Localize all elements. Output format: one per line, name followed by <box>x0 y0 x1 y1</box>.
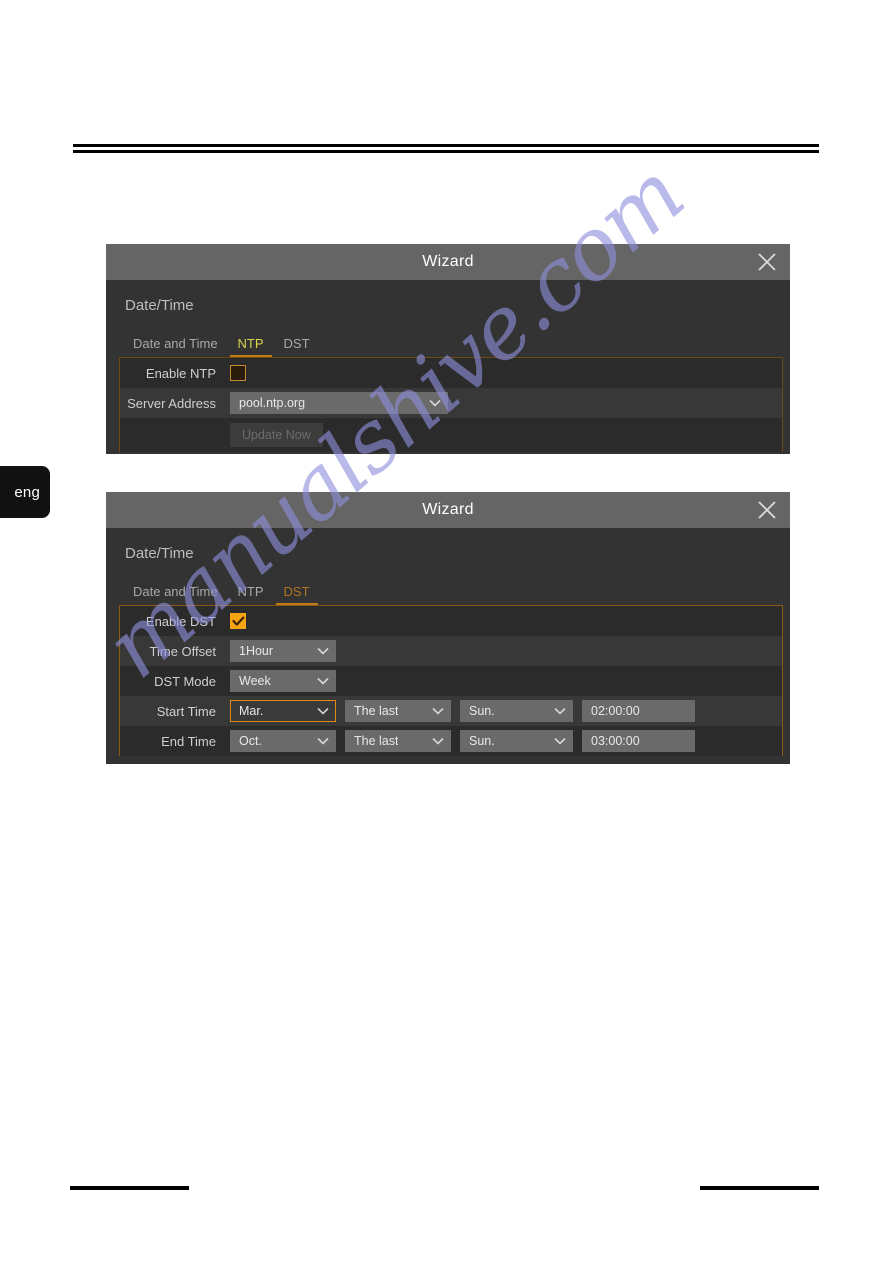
chevron-down-icon <box>429 396 441 410</box>
tab-bar: Date and Time NTP DST <box>106 331 790 357</box>
start-week-value: The last <box>354 704 399 718</box>
page-top-rule <box>73 144 819 153</box>
end-day-select[interactable]: Sun. <box>460 730 573 752</box>
wizard-dialog-ntp: Wizard Date/Time Date and Time NTP DST E… <box>106 244 790 454</box>
end-month-select[interactable]: Oct. <box>230 730 336 752</box>
wizard-dialog-dst: Wizard Date/Time Date and Time NTP DST E… <box>106 492 790 764</box>
section-title: Date/Time <box>125 545 194 562</box>
start-day-value: Sun. <box>469 704 495 718</box>
start-month-select[interactable]: Mar. <box>230 700 336 722</box>
dst-mode-select[interactable]: Week <box>230 670 336 692</box>
time-offset-label: Time Offset <box>149 643 216 659</box>
chevron-down-icon <box>317 734 329 748</box>
time-offset-select[interactable]: 1Hour <box>230 640 336 662</box>
time-offset-value: 1Hour <box>239 644 274 658</box>
dialog-titlebar: Wizard <box>106 244 790 280</box>
server-address-label: Server Address <box>127 395 216 411</box>
tab-dst[interactable]: DST <box>274 584 320 605</box>
section-title: Date/Time <box>125 297 194 314</box>
dst-mode-value: Week <box>239 674 271 688</box>
chevron-down-icon <box>432 734 444 748</box>
close-icon[interactable] <box>756 251 778 273</box>
dialog-body: Date/Time Date and Time NTP DST Enable N… <box>106 280 790 454</box>
dst-mode-label: DST Mode <box>154 673 216 689</box>
tab-dst[interactable]: DST <box>274 336 320 357</box>
end-time-label: End Time <box>161 733 216 749</box>
ntp-settings-panel: Enable NTP Server Address pool.ntp.org U… <box>119 357 783 452</box>
chevron-down-icon <box>554 704 566 718</box>
tab-ntp[interactable]: NTP <box>228 336 274 357</box>
dialog-body: Date/Time Date and Time NTP DST Enable D… <box>106 528 790 764</box>
dialog-title: Wizard <box>422 501 474 518</box>
row-server-address: Server Address pool.ntp.org <box>120 388 782 418</box>
close-icon[interactable] <box>756 499 778 521</box>
chevron-down-icon <box>317 644 329 658</box>
row-end-time: End Time Oct. The last Sun. 03:00:00 <box>120 726 782 756</box>
row-enable-ntp: Enable NTP <box>120 358 782 388</box>
dialog-titlebar: Wizard <box>106 492 790 528</box>
chevron-down-icon <box>432 704 444 718</box>
dialog-title: Wizard <box>422 253 474 270</box>
server-address-value: pool.ntp.org <box>239 396 306 410</box>
start-month-value: Mar. <box>239 704 264 718</box>
chevron-down-icon <box>317 704 329 718</box>
start-day-select[interactable]: Sun. <box>460 700 573 722</box>
enable-ntp-label: Enable NTP <box>145 365 216 381</box>
footer-rule-left <box>70 1186 189 1190</box>
row-time-offset: Time Offset 1Hour <box>120 636 782 666</box>
tab-date-and-time[interactable]: Date and Time <box>123 584 228 605</box>
enable-dst-checkbox[interactable] <box>230 613 246 629</box>
chevron-down-icon <box>554 734 566 748</box>
start-week-select[interactable]: The last <box>345 700 451 722</box>
footer-rule-right <box>700 1186 819 1190</box>
tab-bar: Date and Time NTP DST <box>106 579 790 605</box>
end-week-select[interactable]: The last <box>345 730 451 752</box>
start-clock-input[interactable]: 02:00:00 <box>582 700 695 722</box>
server-address-select[interactable]: pool.ntp.org <box>230 392 448 414</box>
end-week-value: The last <box>354 734 399 748</box>
tab-date-and-time[interactable]: Date and Time <box>123 336 228 357</box>
dst-settings-panel: Enable DST Time Offset 1Hour DST Mode We… <box>119 605 783 756</box>
end-clock-input[interactable]: 03:00:00 <box>582 730 695 752</box>
language-tab-label: eng <box>14 483 40 501</box>
enable-ntp-checkbox[interactable] <box>230 365 246 381</box>
tab-ntp[interactable]: NTP <box>228 584 274 605</box>
language-tab[interactable]: eng <box>0 466 50 518</box>
row-start-time: Start Time Mar. The last Sun. 02:00:00 <box>120 696 782 726</box>
update-now-button[interactable]: Update Now <box>230 423 323 447</box>
end-month-value: Oct. <box>239 734 262 748</box>
end-day-value: Sun. <box>469 734 495 748</box>
enable-dst-label: Enable DST <box>145 613 216 629</box>
chevron-down-icon <box>317 674 329 688</box>
start-time-label: Start Time <box>156 703 216 719</box>
row-enable-dst: Enable DST <box>120 606 782 636</box>
row-update-now: Update Now <box>120 418 782 452</box>
row-dst-mode: DST Mode Week <box>120 666 782 696</box>
